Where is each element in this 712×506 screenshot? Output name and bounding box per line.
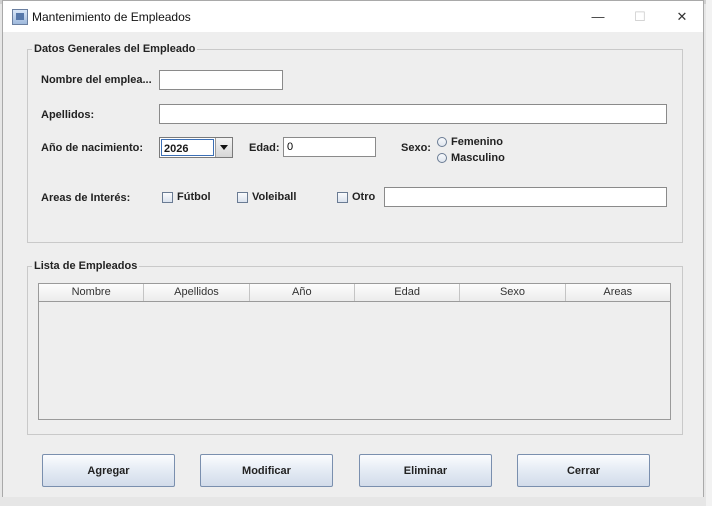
checkbox-icon — [337, 191, 348, 203]
radio-circle-icon — [437, 137, 447, 147]
modificar-button[interactable]: Modificar — [200, 454, 333, 487]
empleados-table[interactable]: Nombre Apellidos Año Edad Sexo Areas — [38, 283, 671, 420]
content-pane: Datos Generales del Empleado Nombre del … — [3, 32, 703, 497]
maximize-button: ☐ — [634, 8, 646, 24]
column-header-areas[interactable]: Areas — [566, 284, 670, 301]
areas-label: Areas de Interés: — [41, 192, 131, 204]
anio-nacimiento-select[interactable]: 2026 — [159, 137, 233, 158]
radio-masculino[interactable]: Masculino — [437, 152, 505, 164]
table-header: Nombre Apellidos Año Edad Sexo Areas — [39, 284, 670, 302]
checkbox-icon — [162, 191, 173, 203]
radio-femenino-label: Femenino — [451, 136, 503, 148]
check-otro[interactable]: Otro — [337, 191, 375, 203]
edad-label: Edad: — [249, 142, 280, 154]
java-app-icon — [12, 8, 28, 25]
column-header-edad[interactable]: Edad — [355, 284, 461, 301]
nombre-input[interactable] — [159, 70, 283, 90]
column-header-apellidos[interactable]: Apellidos — [144, 284, 250, 301]
dropdown-arrow-icon[interactable] — [215, 138, 232, 157]
anio-nacimiento-value: 2026 — [161, 139, 214, 156]
window-title: Mantenimiento de Empleados — [32, 9, 191, 24]
close-button[interactable]: ✕ — [661, 1, 703, 32]
anio-nacimiento-label: Año de nacimiento: — [41, 142, 144, 154]
nombre-label: Nombre del emplea... — [41, 74, 152, 86]
otro-input[interactable] — [384, 187, 667, 207]
cerrar-button[interactable]: Cerrar — [517, 454, 650, 487]
eliminar-button[interactable]: Eliminar — [359, 454, 492, 487]
main-window: Mantenimiento de Empleados — ☐ ✕ Datos G… — [2, 0, 704, 497]
column-header-sexo[interactable]: Sexo — [460, 284, 566, 301]
datos-generales-legend: Datos Generales del Empleado — [34, 43, 196, 55]
apellidos-label: Apellidos: — [41, 109, 95, 121]
minimize-button[interactable]: — — [577, 1, 619, 32]
background-window-edge-right — [706, 0, 712, 506]
column-header-anio[interactable]: Año — [250, 284, 355, 301]
sexo-label: Sexo: — [401, 142, 431, 154]
edad-input[interactable] — [283, 137, 376, 157]
radio-masculino-label: Masculino — [451, 152, 505, 164]
lista-empleados-legend: Lista de Empleados — [34, 260, 138, 272]
check-futbol[interactable]: Fútbol — [162, 191, 211, 203]
check-otro-label: Otro — [352, 191, 376, 203]
check-futbol-label: Fútbol — [177, 191, 211, 203]
checkbox-icon — [237, 191, 248, 203]
column-header-nombre[interactable]: Nombre — [39, 284, 145, 301]
check-voleiball-label: Voleiball — [252, 191, 297, 203]
check-voleiball[interactable]: Voleiball — [237, 191, 296, 203]
table-body[interactable] — [39, 302, 670, 420]
agregar-button[interactable]: Agregar — [42, 454, 175, 487]
apellidos-input[interactable] — [159, 104, 667, 124]
radio-femenino[interactable]: Femenino — [437, 136, 503, 148]
window-controls: — ☐ ✕ — [577, 1, 703, 32]
radio-circle-icon — [437, 153, 447, 163]
title-bar[interactable]: Mantenimiento de Empleados — ☐ ✕ — [3, 1, 703, 32]
